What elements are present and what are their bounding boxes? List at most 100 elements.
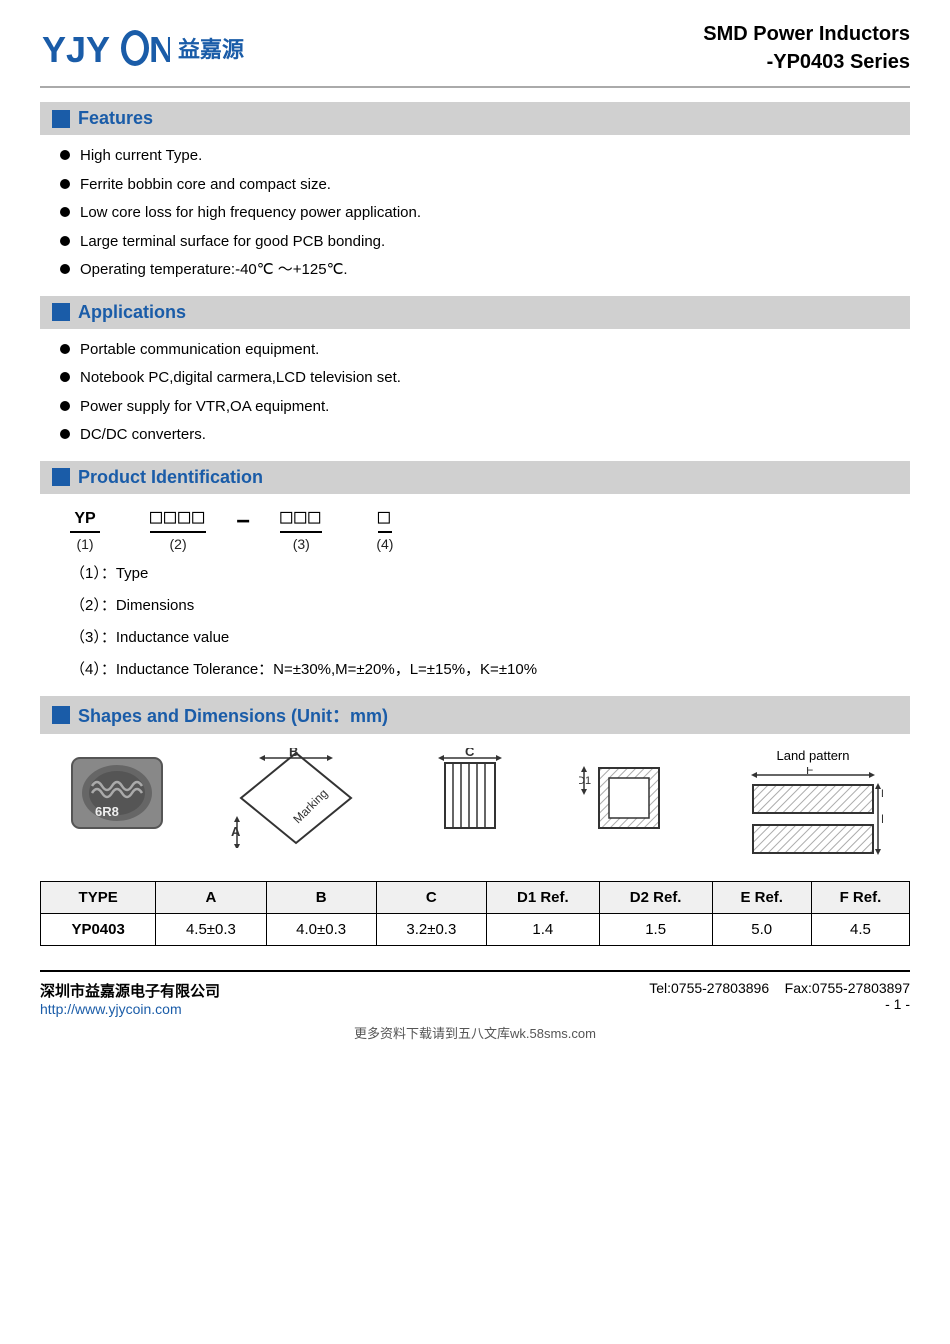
c-diagram-svg: C — [425, 748, 515, 848]
product-id-blue-square — [52, 468, 70, 486]
features-label: Features — [78, 108, 153, 129]
land-pattern-svg: F E D2 — [743, 767, 883, 867]
svg-text:A: A — [231, 824, 241, 839]
pid-part4-boxes: □ — [378, 504, 392, 533]
pid-part2-boxes: □□□□ — [150, 504, 206, 533]
page-header: YJY N 益嘉源 SMD Power Inductors -YP0403 Se… — [40, 20, 910, 88]
svg-text:D2: D2 — [881, 788, 883, 800]
svg-text:C: C — [465, 748, 475, 759]
product-id-section-header: Product Identification — [40, 461, 910, 494]
svg-text:YJY: YJY — [42, 29, 110, 70]
fax: Fax:0755-27803897 — [785, 980, 910, 996]
features-section-header: Features — [40, 102, 910, 135]
product-title: SMD Power Inductors -YP0403 Series — [703, 20, 910, 76]
bullet-dot — [60, 236, 70, 246]
list-item: Ferrite bobbin core and compact size. — [60, 174, 910, 197]
svg-text:E: E — [881, 812, 883, 826]
pid-part3: □□□ (3) — [280, 504, 322, 552]
dimensions-table: TYPE A B C D1 Ref. D2 Ref. E Ref. F Ref.… — [40, 881, 910, 946]
col-b: B — [266, 881, 376, 913]
product-id-label: Product Identification — [78, 467, 263, 488]
d1d2-diagram-svg: D1 — [579, 748, 679, 848]
col-d2: D2 Ref. — [599, 881, 712, 913]
svg-text:D1: D1 — [579, 775, 591, 787]
shapes-blue-square — [52, 706, 70, 724]
shapes-label: Shapes and Dimensions (Unit：mm) — [78, 702, 388, 728]
company-name: 深圳市益嘉源电子有限公司 — [40, 980, 220, 1001]
land-pattern-label: Land pattern — [776, 748, 849, 763]
pid-desc-3: （3）：Inductance value — [70, 626, 880, 650]
page-footer: 深圳市益嘉源电子有限公司 http://www.yjycoin.com Tel:… — [40, 970, 910, 1017]
inductor-photo: 6R8 — [67, 748, 167, 838]
d1d2-diagram: D1 — [579, 748, 679, 848]
cell-d1: 1.4 — [486, 913, 599, 945]
list-item: Portable communication equipment. — [60, 339, 910, 362]
logo-icon: YJY N — [40, 24, 170, 72]
pid-desc-2: （2）：Dimensions — [70, 594, 880, 618]
bullet-dot — [60, 372, 70, 382]
svg-text:6R8: 6R8 — [95, 804, 119, 819]
svg-text:N: N — [149, 29, 170, 70]
pid-desc-4: （4）：Inductance Tolerance：N=±30%,M=±20%，L… — [70, 658, 880, 682]
bullet-dot — [60, 429, 70, 439]
page-number: - 1 - — [649, 996, 910, 1012]
applications-list: Portable communication equipment. Notebo… — [60, 339, 910, 447]
pid-part1: YP (1) — [70, 510, 100, 552]
applications-label: Applications — [78, 302, 186, 323]
cell-f: 4.5 — [811, 913, 909, 945]
cell-b: 4.0±0.3 — [266, 913, 376, 945]
c-diagram: C — [425, 748, 515, 848]
pid-part3-boxes: □□□ — [280, 504, 322, 533]
cell-e: 5.0 — [712, 913, 811, 945]
bullet-dot — [60, 344, 70, 354]
cell-a: 4.5±0.3 — [156, 913, 266, 945]
col-f: F Ref. — [811, 881, 909, 913]
footer-left: 深圳市益嘉源电子有限公司 http://www.yjycoin.com — [40, 980, 220, 1017]
applications-blue-square — [52, 303, 70, 321]
col-type: TYPE — [41, 881, 156, 913]
website-link[interactable]: http://www.yjycoin.com — [40, 1001, 182, 1017]
list-item: Power supply for VTR,OA equipment. — [60, 396, 910, 419]
table-row: YP0403 4.5±0.3 4.0±0.3 3.2±0.3 1.4 1.5 5… — [41, 913, 910, 945]
pid-desc-4-num: （4）： — [70, 661, 116, 678]
list-item: Low core loss for high frequency power a… — [60, 202, 910, 225]
cell-c: 3.2±0.3 — [376, 913, 486, 945]
shapes-diagrams-row: 6R8 B A Marking — [40, 748, 910, 867]
ab-diagram: B A Marking — [231, 748, 361, 848]
watermark: 更多资料下载请到五八文库wk.58sms.com — [40, 1023, 910, 1042]
pid-part1-num: (1) — [76, 536, 93, 552]
land-pattern-diagram: Land pattern F E D2 — [743, 748, 883, 867]
pid-desc-2-num: （2）： — [70, 597, 116, 614]
col-a: A — [156, 881, 266, 913]
svg-text:F: F — [806, 767, 813, 777]
inductor-photo-svg: 6R8 — [67, 748, 167, 838]
pid-part2: □□□□ (2) — [150, 504, 206, 552]
list-item: DC/DC converters. — [60, 424, 910, 447]
pid-desc-3-num: （3）： — [70, 629, 116, 646]
svg-text:B: B — [289, 748, 298, 759]
table-header-row: TYPE A B C D1 Ref. D2 Ref. E Ref. F Ref. — [41, 881, 910, 913]
cell-d2: 1.5 — [599, 913, 712, 945]
features-list: High current Type. Ferrite bobbin core a… — [60, 145, 910, 282]
shapes-section-header: Shapes and Dimensions (Unit：mm) — [40, 696, 910, 734]
list-item: Large terminal surface for good PCB bond… — [60, 231, 910, 254]
tel-fax: Tel:0755-27803896 Fax:0755-27803897 — [649, 980, 910, 996]
col-c: C — [376, 881, 486, 913]
pid-part2-num: (2) — [170, 536, 187, 552]
list-item: Operating temperature:-40℃ ～+125℃. — [60, 259, 910, 282]
pid-desc-1: （1）：Type — [70, 562, 880, 586]
pid-part3-num: (3) — [293, 536, 310, 552]
footer-right: Tel:0755-27803896 Fax:0755-27803897 - 1 … — [649, 980, 910, 1012]
tel: Tel:0755-27803896 — [649, 980, 769, 996]
bullet-dot — [60, 150, 70, 160]
logo-chinese: 益嘉源 — [178, 32, 244, 64]
pid-dash: − — [236, 508, 250, 552]
pid-part4: □ (4) — [376, 504, 393, 552]
logo-area: YJY N 益嘉源 — [40, 24, 244, 72]
bullet-dot — [60, 264, 70, 274]
product-id-diagram: YP (1) □□□□ (2) − □□□ (3) □ (4) — [70, 504, 880, 552]
bullet-dot — [60, 207, 70, 217]
bullet-dot — [60, 401, 70, 411]
list-item: Notebook PC,digital carmera,LCD televisi… — [60, 367, 910, 390]
pid-part4-num: (4) — [376, 536, 393, 552]
